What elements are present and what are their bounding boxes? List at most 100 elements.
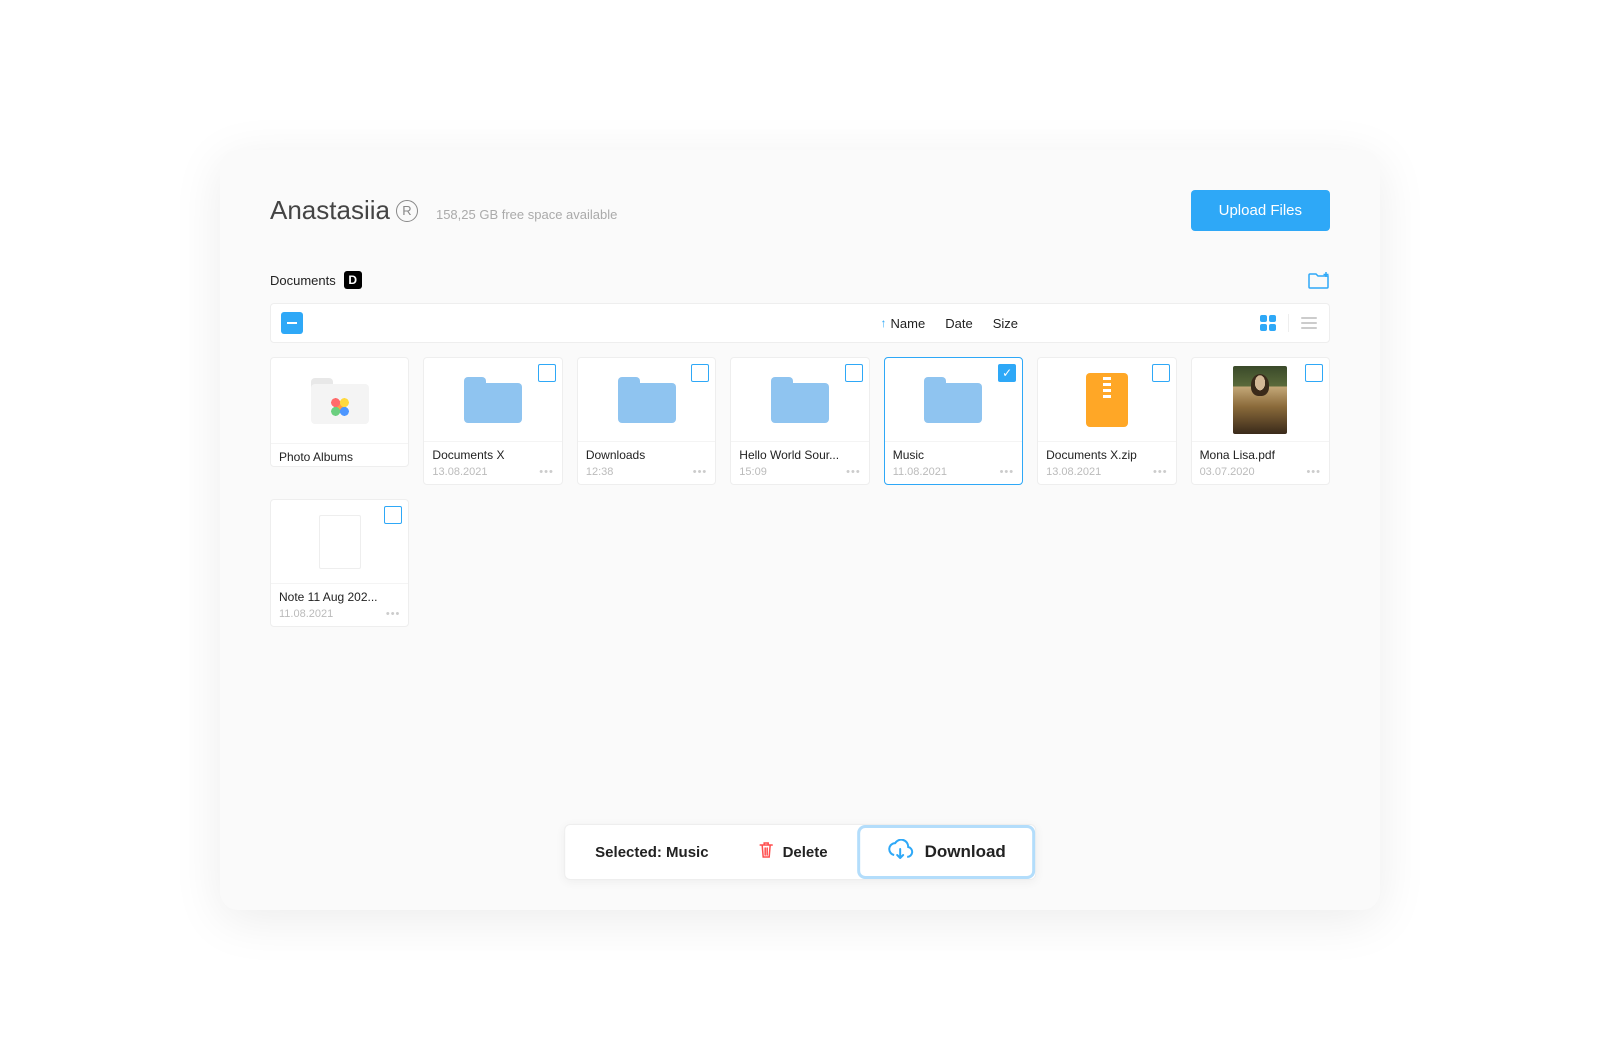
file-name: Downloads: [578, 441, 715, 464]
folder-icon: [771, 377, 829, 423]
sort-arrow-up-icon: ↑: [881, 316, 887, 330]
file-meta: 12:38 •••: [578, 464, 715, 484]
item-checkbox[interactable]: [845, 364, 863, 382]
file-item[interactable]: Documents X 13.08.2021 •••: [423, 357, 562, 485]
item-checkbox[interactable]: [691, 364, 709, 382]
more-options-icon[interactable]: •••: [846, 466, 861, 478]
folder-icon: [924, 377, 982, 423]
file-thumbnail: [271, 500, 408, 583]
file-date: 11.08.2021: [279, 608, 333, 620]
file-name: Hello World Sour...: [731, 441, 868, 464]
more-options-icon[interactable]: •••: [1153, 466, 1168, 478]
file-thumbnail: [271, 358, 408, 443]
file-thumbnail: [1038, 358, 1175, 441]
file-item[interactable]: Music 11.08.2021 •••: [884, 357, 1023, 485]
more-options-icon[interactable]: •••: [1306, 466, 1321, 478]
breadcrumb[interactable]: Documents D: [270, 271, 362, 289]
file-meta: 13.08.2021 •••: [424, 464, 561, 484]
file-name: Music: [885, 441, 1022, 464]
image-thumbnail-icon: [1233, 366, 1287, 434]
download-button[interactable]: Download: [858, 825, 1035, 879]
file-name: Documents X.zip: [1038, 441, 1175, 464]
file-date: 15:09: [739, 466, 767, 478]
delete-label: Delete: [783, 844, 828, 861]
item-checkbox[interactable]: [998, 364, 1016, 382]
registered-icon: R: [396, 200, 418, 222]
sort-date-label: Date: [945, 316, 972, 331]
sort-name-label: Name: [891, 316, 926, 331]
more-options-icon[interactable]: •••: [386, 608, 401, 620]
breadcrumb-row: Documents D: [270, 271, 1330, 289]
file-item[interactable]: Downloads 12:38 •••: [577, 357, 716, 485]
item-checkbox[interactable]: [1305, 364, 1323, 382]
folder-icon: [464, 377, 522, 423]
upload-files-button[interactable]: Upload Files: [1191, 190, 1330, 231]
file-meta: 11.08.2021 •••: [271, 606, 408, 626]
action-bar: Selected: Music Delete Download: [564, 824, 1036, 880]
list-icon: [1301, 317, 1317, 329]
file-item[interactable]: Mona Lisa.pdf 03.07.2020 •••: [1191, 357, 1330, 485]
item-checkbox[interactable]: [1152, 364, 1170, 382]
cloud-download-icon: [887, 839, 915, 866]
download-label: Download: [925, 842, 1006, 862]
file-date: 12:38: [586, 466, 614, 478]
file-thumbnail: [424, 358, 561, 441]
file-meta: 13.08.2021 •••: [1038, 464, 1175, 484]
free-space-label: 158,25 GB free space available: [436, 207, 617, 222]
file-date: 03.07.2020: [1200, 466, 1255, 478]
toolbar: ↑ Name Date Size: [270, 303, 1330, 343]
view-toggle: [1258, 313, 1319, 333]
item-checkbox[interactable]: [384, 506, 402, 524]
file-date: 11.08.2021: [893, 466, 947, 478]
more-options-icon[interactable]: •••: [539, 466, 554, 478]
selected-prefix: Selected:: [595, 844, 666, 861]
folder-icon: [618, 377, 676, 423]
file-thumbnail: [731, 358, 868, 441]
sort-by-name[interactable]: ↑ Name: [881, 316, 926, 331]
header: Anastasiia R 158,25 GB free space availa…: [270, 190, 1330, 231]
list-view-button[interactable]: [1299, 313, 1319, 333]
divider: [1288, 314, 1289, 332]
file-meta: 15:09 •••: [731, 464, 868, 484]
file-item[interactable]: Documents X.zip 13.08.2021 •••: [1037, 357, 1176, 485]
file-manager-window: Anastasiia R 158,25 GB free space availa…: [220, 150, 1380, 910]
more-options-icon[interactable]: •••: [693, 466, 708, 478]
grid-icon: [1260, 315, 1276, 331]
file-name: Mona Lisa.pdf: [1192, 441, 1329, 464]
file-date: 13.08.2021: [1046, 466, 1101, 478]
breadcrumb-label: Documents: [270, 273, 336, 288]
file-grid: Photo AlbumsDocuments X13.08.2021•••Down…: [270, 357, 1330, 627]
more-options-icon[interactable]: •••: [1000, 466, 1015, 478]
document-icon: [319, 515, 361, 569]
photo-album-folder-icon: [311, 378, 369, 424]
username-text: Anastasiia: [270, 195, 390, 226]
select-all-checkbox[interactable]: [281, 312, 303, 334]
file-meta: 11.08.2021 •••: [885, 464, 1022, 484]
selected-label: Selected: Music: [565, 844, 738, 861]
file-thumbnail: [885, 358, 1022, 441]
file-thumbnail: [1192, 358, 1329, 441]
file-thumbnail: [578, 358, 715, 441]
file-name: Photo Albums: [271, 443, 408, 466]
username: Anastasiia R: [270, 195, 418, 226]
zip-file-icon: [1086, 373, 1128, 427]
documents-app-icon: D: [344, 271, 362, 289]
file-name: Note 11 Aug 202...: [271, 583, 408, 606]
file-name: Documents X: [424, 441, 561, 464]
item-checkbox[interactable]: [538, 364, 556, 382]
file-date: 13.08.2021: [432, 466, 487, 478]
sort-size-label: Size: [993, 316, 1018, 331]
file-item[interactable]: Photo Albums: [270, 357, 409, 467]
file-item[interactable]: Hello World Sour... 15:09 •••: [730, 357, 869, 485]
delete-button[interactable]: Delete: [739, 841, 848, 863]
grid-view-button[interactable]: [1258, 313, 1278, 333]
selected-name: Music: [666, 844, 709, 861]
new-folder-button[interactable]: [1308, 271, 1330, 289]
sort-by-date[interactable]: Date: [945, 316, 972, 331]
file-meta: 03.07.2020 •••: [1192, 464, 1329, 484]
sort-controls: ↑ Name Date Size: [881, 316, 1018, 331]
header-left: Anastasiia R 158,25 GB free space availa…: [270, 195, 617, 226]
trash-icon: [759, 841, 775, 863]
sort-by-size[interactable]: Size: [993, 316, 1018, 331]
file-item[interactable]: Note 11 Aug 202... 11.08.2021 •••: [270, 499, 409, 627]
